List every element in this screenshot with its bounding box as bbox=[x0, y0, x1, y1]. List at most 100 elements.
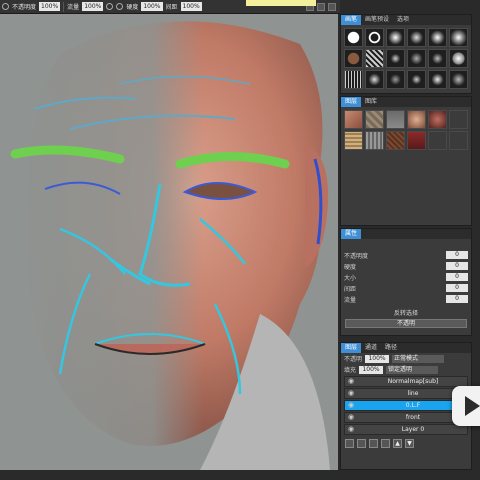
texture-panel: 图层 图库 bbox=[340, 96, 472, 226]
brush-swatch[interactable] bbox=[365, 70, 384, 89]
spacing-label: 间距 bbox=[165, 4, 178, 11]
layer-row[interactable]: ◉ front bbox=[344, 412, 468, 423]
tab-channels[interactable]: 通道 bbox=[361, 343, 381, 353]
brush-swatch[interactable] bbox=[386, 70, 405, 89]
brush-swatch[interactable] bbox=[344, 28, 363, 47]
brush-swatch[interactable] bbox=[449, 28, 468, 47]
texture-swatch[interactable] bbox=[428, 131, 447, 150]
brush-swatch[interactable] bbox=[449, 70, 468, 89]
spacing-value[interactable]: 100% bbox=[180, 2, 202, 11]
hardness-value[interactable]: 100% bbox=[141, 2, 163, 11]
properties-panel: 属性 不透明度 0 硬度 0 大小 0 间距 0 流量 0 反转选择 不透明 bbox=[340, 228, 472, 336]
brush-swatch[interactable] bbox=[449, 49, 468, 68]
layer-name: 0.L.F bbox=[405, 402, 421, 409]
layer-name: line bbox=[407, 390, 419, 397]
brush-swatch[interactable] bbox=[386, 28, 405, 47]
prop-row: 硬度 0 bbox=[341, 261, 471, 271]
layer-name: Normalmap[sub] bbox=[387, 378, 439, 385]
layer-opacity-value[interactable]: 100% bbox=[365, 354, 390, 363]
prop-value[interactable]: 0 bbox=[446, 284, 468, 292]
move-down-icon[interactable]: ▼ bbox=[405, 439, 414, 448]
brush-swatch[interactable] bbox=[407, 28, 426, 47]
new-layer-icon[interactable] bbox=[345, 439, 354, 448]
tab-layers-list[interactable]: 图层 bbox=[341, 343, 362, 353]
tab-layers[interactable]: 图层 bbox=[341, 97, 362, 107]
eye-icon[interactable]: ◉ bbox=[348, 390, 358, 397]
toolbar-divider bbox=[63, 1, 65, 12]
blend-mode-select[interactable]: 正常模式 bbox=[392, 354, 445, 363]
texture-swatch[interactable] bbox=[365, 131, 384, 150]
close-icon[interactable] bbox=[328, 2, 336, 11]
brush-swatch[interactable] bbox=[428, 70, 447, 89]
brush-grid bbox=[341, 25, 471, 92]
tooltip-highlight bbox=[246, 0, 316, 6]
brush-icon[interactable] bbox=[2, 3, 9, 10]
prop-value[interactable]: 0 bbox=[446, 251, 468, 259]
texture-swatch[interactable] bbox=[407, 131, 426, 150]
flow-label: 流量 bbox=[67, 4, 80, 11]
texture-swatch[interactable] bbox=[428, 110, 447, 129]
maximize-icon[interactable] bbox=[317, 2, 325, 11]
brush-panel: 画笔 画笔预设 选项 bbox=[340, 14, 472, 94]
tab-paths[interactable]: 路径 bbox=[381, 343, 401, 353]
tab-brush-presets[interactable]: 画笔预设 bbox=[361, 15, 393, 25]
eye-icon[interactable]: ◉ bbox=[348, 402, 358, 409]
flow-value[interactable]: 100% bbox=[82, 2, 104, 11]
texture-swatch[interactable] bbox=[386, 131, 405, 150]
brush-swatch[interactable] bbox=[407, 49, 426, 68]
brush-swatch[interactable] bbox=[365, 49, 384, 68]
layer-fill-label: 填充 bbox=[344, 367, 357, 374]
play-icon bbox=[465, 396, 480, 416]
eye-icon[interactable]: ◉ bbox=[348, 414, 358, 421]
tab-options[interactable]: 选项 bbox=[393, 15, 413, 25]
tab-library[interactable]: 图库 bbox=[361, 97, 381, 107]
eye-icon[interactable]: ◉ bbox=[348, 426, 358, 433]
texture-swatch[interactable] bbox=[407, 110, 426, 129]
brush-swatch[interactable] bbox=[344, 49, 363, 68]
layers-tabs: 图层 通道 路径 bbox=[341, 343, 471, 353]
properties-tabs: 属性 bbox=[341, 229, 471, 239]
prop-label: 流量 bbox=[344, 296, 357, 304]
layer-row[interactable]: ◉ Normalmap[sub] bbox=[344, 376, 468, 387]
brush-swatch[interactable] bbox=[428, 28, 447, 47]
texture-swatch[interactable] bbox=[344, 110, 363, 129]
airbrush-icon[interactable] bbox=[116, 3, 124, 10]
prop-value[interactable]: 0 bbox=[446, 262, 468, 270]
opacity-dropdown[interactable]: 不透明 bbox=[345, 319, 467, 328]
layer-row[interactable]: ◉ Layer 0 bbox=[344, 424, 468, 435]
painting-canvas[interactable] bbox=[0, 14, 338, 470]
opacity-value[interactable]: 100% bbox=[39, 2, 61, 11]
brush-swatch[interactable] bbox=[365, 28, 384, 47]
prop-label: 硬度 bbox=[344, 263, 357, 271]
prop-value[interactable]: 0 bbox=[446, 273, 468, 281]
play-button[interactable] bbox=[452, 386, 480, 426]
texture-swatch[interactable] bbox=[344, 131, 363, 150]
pressure-icon[interactable] bbox=[106, 3, 114, 10]
brush-swatch[interactable] bbox=[386, 49, 405, 68]
brush-swatch[interactable] bbox=[428, 49, 447, 68]
texture-swatch[interactable] bbox=[449, 131, 468, 150]
opacity-label: 不透明度 bbox=[12, 4, 37, 11]
tab-brush[interactable]: 画笔 bbox=[341, 15, 362, 25]
layer-name: Layer 0 bbox=[401, 426, 425, 433]
mask-icon[interactable] bbox=[369, 439, 378, 448]
texture-swatch[interactable] bbox=[365, 110, 384, 129]
prop-value[interactable]: 0 bbox=[446, 295, 468, 303]
duplicate-layer-icon[interactable] bbox=[357, 439, 366, 448]
eye-icon[interactable]: ◉ bbox=[348, 378, 358, 385]
layer-opacity-row: 不透明 100% 正常模式 bbox=[341, 353, 471, 364]
delete-layer-icon[interactable] bbox=[381, 439, 390, 448]
brush-swatch[interactable] bbox=[344, 70, 363, 89]
layer-fill-value[interactable]: 100% bbox=[359, 365, 384, 374]
layer-row[interactable]: ◉ line bbox=[344, 388, 468, 399]
tab-properties[interactable]: 属性 bbox=[341, 229, 362, 239]
brush-swatch[interactable] bbox=[407, 70, 426, 89]
layer-fill-row: 填充 100% 锁定透明 bbox=[341, 364, 471, 375]
lock-transparent-select[interactable]: 锁定透明 bbox=[386, 365, 439, 374]
layer-row[interactable]: ◉ 0.L.F bbox=[344, 400, 468, 411]
texture-swatch[interactable] bbox=[386, 110, 405, 129]
prop-row: 间距 0 bbox=[341, 283, 471, 293]
move-up-icon[interactable]: ▲ bbox=[393, 439, 402, 448]
texture-swatch[interactable] bbox=[449, 110, 468, 129]
invert-selection-label[interactable]: 反转选择 bbox=[341, 308, 471, 317]
